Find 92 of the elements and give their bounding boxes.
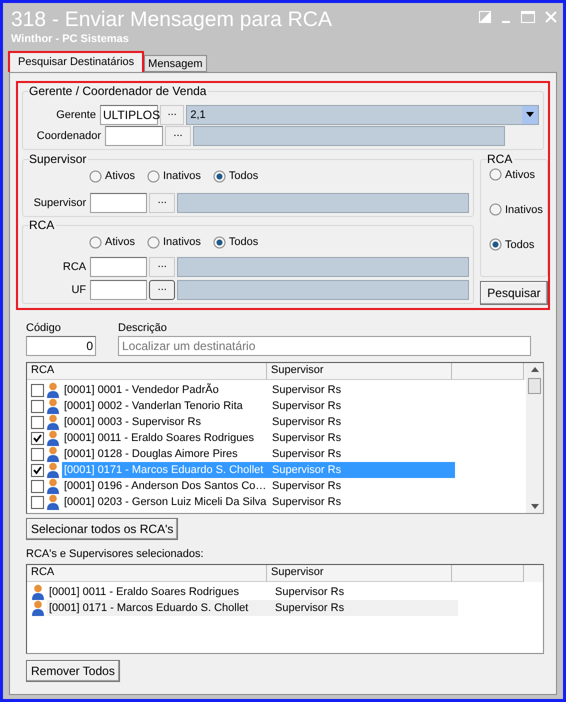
radio-button[interactable] bbox=[89, 236, 102, 248]
list-row[interactable]: [0001] 0171 - Marcos Eduardo S. Chollet Supervisor Rs bbox=[47, 600, 458, 616]
tab[interactable]: Mensagem bbox=[144, 55, 207, 72]
dropdown-arrow-icon bbox=[526, 112, 534, 117]
radio-button[interactable] bbox=[146, 236, 160, 248]
column-header[interactable]: RCA bbox=[27, 565, 267, 582]
field-label: UF bbox=[70, 284, 88, 296]
column-header bbox=[452, 565, 524, 582]
description-field[interactable] bbox=[177, 256, 469, 276]
checkbox[interactable] bbox=[31, 384, 44, 396]
list-row[interactable]: [0001] 0128 - Douglas Aimore Pires Supervisor Rs bbox=[62, 446, 455, 462]
lookup-button[interactable]: ... bbox=[149, 280, 176, 300]
list-row[interactable]: [0001] 0001 - Vendedor PadrÃo Supervisor Rs bbox=[62, 382, 455, 398]
person-icon bbox=[46, 494, 60, 510]
radio-button[interactable] bbox=[212, 236, 226, 248]
field-label: Gerente bbox=[55, 108, 97, 120]
select-all-button[interactable]: Selecionar todos os RCA's bbox=[26, 518, 178, 540]
checkbox[interactable] bbox=[31, 464, 44, 476]
group-title: RCA bbox=[487, 152, 514, 166]
field-label: RCA bbox=[62, 260, 88, 272]
radio-label: Inativos bbox=[162, 236, 201, 248]
group-title: Supervisor bbox=[29, 152, 88, 166]
code-field[interactable] bbox=[90, 192, 148, 212]
person-icon bbox=[46, 430, 60, 446]
description-field[interactable] bbox=[177, 192, 469, 212]
window-subtitle: Winthor - PC Sistemas bbox=[11, 33, 130, 45]
list-row[interactable]: [0001] 0011 - Eraldo Soares Rodrigues Supervisor Rs bbox=[62, 430, 455, 446]
scroll-down-icon[interactable] bbox=[530, 504, 538, 509]
column-header bbox=[452, 363, 524, 380]
column-header[interactable]: Supervisor bbox=[267, 565, 452, 582]
radio-button[interactable] bbox=[212, 170, 226, 182]
checkbox[interactable] bbox=[31, 480, 44, 492]
scroll-thumb[interactable] bbox=[528, 378, 541, 394]
tab[interactable]: Pesquisar Destinatários bbox=[8, 51, 144, 72]
field-label: Supervisor bbox=[32, 196, 88, 208]
person-icon bbox=[31, 600, 45, 616]
list-row[interactable]: [0001] 0011 - Eraldo Soares Rodrigues Supervisor Rs bbox=[47, 584, 458, 600]
radio-label: Inativos bbox=[162, 170, 201, 182]
checkbox[interactable] bbox=[31, 400, 44, 412]
person-icon bbox=[46, 414, 60, 430]
search-field[interactable]: Localizar um destinatário bbox=[118, 336, 531, 356]
radio-label: Inativos bbox=[505, 204, 543, 216]
scrollbar[interactable] bbox=[526, 363, 543, 513]
lookup-button[interactable]: ... bbox=[149, 192, 176, 212]
list-row[interactable]: [0001] 0002 - Vanderlan Tenorio Rita Supervisor Rs bbox=[62, 398, 455, 414]
person-icon bbox=[46, 462, 60, 478]
list-row[interactable]: [0001] 0203 - Gerson Luiz Miceli Da Silva Supervisor Rs bbox=[62, 494, 455, 510]
checkbox[interactable] bbox=[31, 416, 44, 428]
checkbox[interactable] bbox=[31, 448, 44, 460]
list-label: RCA's e Supervisores selecionados: bbox=[26, 548, 205, 560]
column-header[interactable]: RCA bbox=[27, 363, 267, 380]
field-label: Descrição bbox=[118, 322, 168, 334]
code-field[interactable] bbox=[90, 256, 148, 276]
description-dropdown[interactable]: 2,1 bbox=[186, 104, 539, 124]
radio-label: Ativos bbox=[105, 170, 135, 182]
remove-all-button[interactable]: Remover Todos bbox=[26, 660, 120, 682]
person-icon bbox=[46, 446, 60, 462]
list-row[interactable]: [0001] 0003 - Supervisor Rs Supervisor Rs bbox=[62, 414, 455, 430]
scroll-up-icon[interactable] bbox=[530, 367, 538, 372]
person-icon bbox=[46, 478, 60, 494]
radio-button[interactable] bbox=[489, 203, 502, 216]
radio-label: Ativos bbox=[505, 168, 535, 180]
group-title: RCA bbox=[29, 218, 56, 232]
radio-button[interactable] bbox=[489, 238, 502, 251]
window-title: 318 - Enviar Mensagem para RCA bbox=[11, 7, 332, 33]
radio-label: Ativos bbox=[105, 236, 135, 248]
radio-button[interactable] bbox=[146, 170, 160, 182]
code-field[interactable] bbox=[105, 126, 163, 146]
radio-button[interactable] bbox=[89, 170, 102, 182]
radio-label: Todos bbox=[228, 170, 258, 182]
person-icon bbox=[46, 398, 60, 414]
list-row[interactable]: [0001] 0196 - Anderson Dos Santos Co… Supervisor Rs bbox=[62, 478, 455, 494]
group-title: Gerente / Coordenador de Venda bbox=[29, 84, 208, 98]
checkbox[interactable] bbox=[31, 432, 44, 444]
radio-label: Todos bbox=[505, 238, 534, 250]
person-icon bbox=[31, 584, 45, 600]
description-field[interactable] bbox=[177, 280, 469, 300]
radio-button[interactable] bbox=[489, 168, 502, 181]
person-icon bbox=[46, 382, 60, 398]
lookup-button[interactable]: ... bbox=[149, 256, 176, 276]
code-field[interactable] bbox=[90, 280, 148, 300]
column-header[interactable]: Supervisor bbox=[267, 363, 452, 380]
description-field[interactable] bbox=[193, 126, 505, 146]
checkbox[interactable] bbox=[31, 496, 44, 508]
radio-label: Todos bbox=[228, 236, 258, 248]
lookup-button[interactable]: ... bbox=[165, 126, 191, 146]
field-label: Código bbox=[26, 322, 62, 334]
lookup-button[interactable]: ... bbox=[160, 104, 184, 124]
code-field[interactable]: 0 bbox=[26, 336, 96, 356]
search-button[interactable]: Pesquisar bbox=[480, 281, 548, 305]
code-field[interactable]: ULTIPLOS bbox=[100, 104, 158, 124]
field-label: Coordenador bbox=[36, 130, 102, 142]
